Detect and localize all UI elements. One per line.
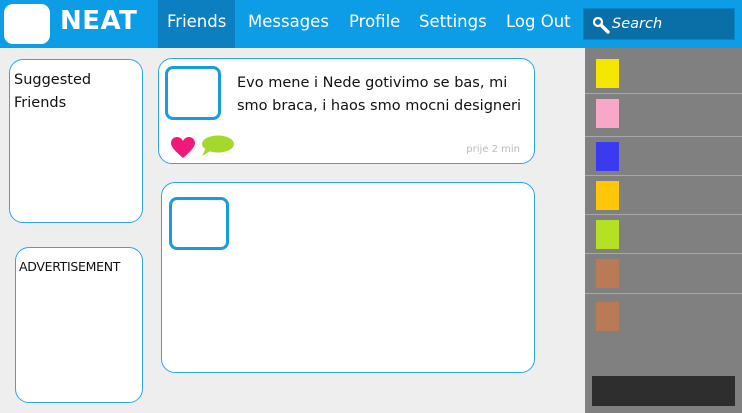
- search-box[interactable]: [583, 8, 735, 40]
- app-root: NEAT Friends Messages Profile Settings L…: [0, 0, 742, 413]
- search-icon: [592, 16, 610, 34]
- suggested-friends-title: Suggested Friends: [14, 72, 92, 111]
- color-swatch: [596, 302, 619, 331]
- nav-friends[interactable]: Friends: [158, 0, 235, 48]
- post-text: Evo mene i Nede gotivimo se bas, mi smo …: [237, 75, 522, 114]
- right-sidebar: [585, 48, 742, 413]
- color-swatch: [596, 59, 619, 88]
- color-swatch: [596, 259, 619, 288]
- avatar[interactable]: [165, 66, 221, 120]
- color-swatch: [596, 220, 619, 249]
- sidebar-item[interactable]: [585, 214, 742, 252]
- top-bar: NEAT Friends Messages Profile Settings L…: [0, 0, 742, 48]
- post-timestamp: prije 2 min: [466, 144, 520, 155]
- post-card: [161, 182, 535, 373]
- sidebar-item[interactable]: [585, 136, 742, 174]
- sidebar-item[interactable]: [585, 175, 742, 213]
- nav-logout[interactable]: Log Out: [506, 0, 571, 48]
- nav-profile[interactable]: Profile: [349, 0, 400, 48]
- logo-text[interactable]: NEAT: [60, 6, 137, 36]
- nav-settings[interactable]: Settings: [419, 0, 487, 48]
- nav-messages[interactable]: Messages: [248, 0, 329, 48]
- search-input[interactable]: [612, 9, 732, 39]
- sidebar-item[interactable]: [585, 293, 742, 331]
- advertisement-label: ADVERTISEMENT: [19, 259, 121, 274]
- suggested-friends-panel: Suggested Friends: [9, 59, 143, 223]
- avatar[interactable]: [169, 197, 229, 250]
- post-card: Evo mene i Nede gotivimo se bas, mi smo …: [158, 58, 535, 164]
- color-swatch: [596, 181, 619, 210]
- heart-icon[interactable]: [171, 137, 195, 159]
- sidebar-item[interactable]: [585, 48, 742, 88]
- comment-icon[interactable]: [199, 135, 235, 157]
- sidebar-item[interactable]: [585, 93, 742, 131]
- logo-image[interactable]: [4, 4, 50, 44]
- advertisement-panel[interactable]: ADVERTISEMENT: [15, 247, 143, 403]
- color-swatch: [596, 142, 619, 171]
- sidebar-bottom-bar[interactable]: [592, 376, 735, 406]
- color-swatch: [596, 99, 619, 128]
- sidebar-item[interactable]: [585, 253, 742, 291]
